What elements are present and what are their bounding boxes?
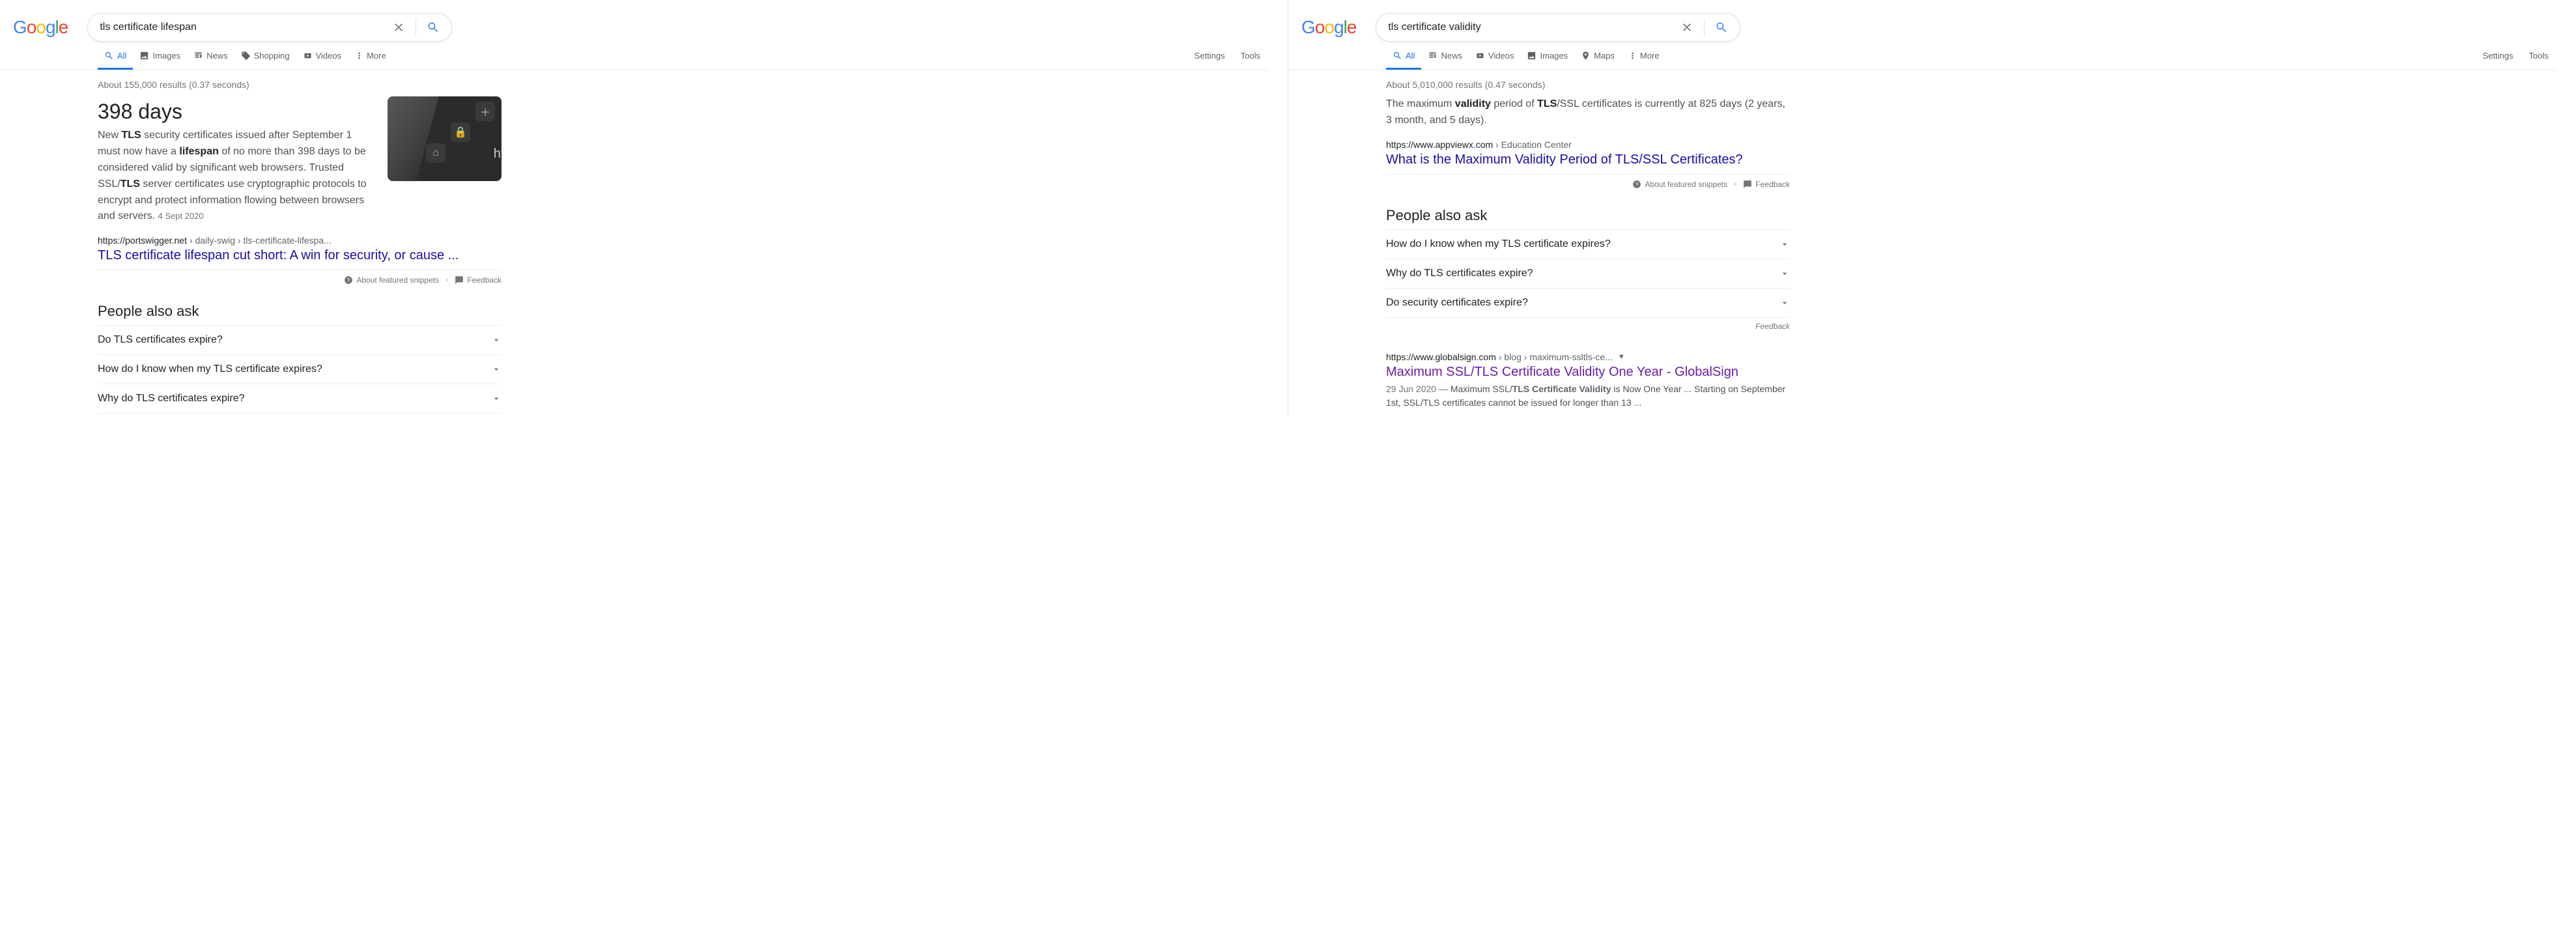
- people-also-ask: How do I know when my TLS certificate ex…: [1386, 229, 1790, 318]
- cite-path: › Education Center: [1495, 139, 1572, 150]
- feedback-link[interactable]: Feedback: [1743, 180, 1790, 189]
- google-logo[interactable]: Google: [13, 17, 68, 38]
- result-description: 29 Jun 2020 — Maximum SSL/TLS Certificat…: [1386, 380, 1790, 410]
- featured-snippet: 398 days New TLS security certificates i…: [98, 96, 502, 263]
- search-input[interactable]: [100, 21, 386, 33]
- search-input[interactable]: [1388, 21, 1674, 33]
- result-menu-icon[interactable]: ▼: [1615, 353, 1628, 361]
- tab-maps[interactable]: Maps: [1574, 42, 1621, 70]
- clear-icon[interactable]: [386, 14, 412, 40]
- cite-path: › blog › maximum-ssltls-ce...: [1499, 352, 1613, 362]
- people-also-ask: Do TLS certificates expire?How do I know…: [98, 325, 502, 414]
- result-stats: About 155,000 results (0.37 seconds): [98, 70, 1268, 96]
- tab-shopping[interactable]: Shopping: [234, 42, 296, 70]
- tab-label: Shopping: [254, 51, 290, 61]
- home-icon: ⌂: [426, 143, 446, 163]
- tab-label: News: [1441, 51, 1462, 61]
- tab-label: Images: [152, 51, 180, 61]
- result-link[interactable]: TLS certificate lifespan cut short: A wi…: [98, 246, 502, 263]
- cite-path: › daily-swig › tls-certificate-lifespa..…: [190, 235, 332, 246]
- result-link[interactable]: Maximum SSL/TLS Certificate Validity One…: [1386, 362, 2556, 380]
- left-search-panel: Google All Images News Shopping Videos More Se…: [0, 0, 1288, 414]
- paa-question[interactable]: How do I know when my TLS certificate ex…: [98, 354, 502, 384]
- chevron-down-icon: [1779, 268, 1790, 279]
- tab-label: More: [367, 51, 386, 61]
- featured-title: 398 days: [98, 96, 375, 128]
- tab-label: All: [1406, 51, 1415, 61]
- people-also-ask-heading: People also ask: [98, 290, 1268, 325]
- settings-link[interactable]: Settings: [2475, 42, 2521, 70]
- chevron-down-icon: [491, 364, 502, 375]
- featured-snippet: The maximum validity period of TLS/SSL c…: [1386, 96, 1790, 167]
- paa-question[interactable]: How do I know when my TLS certificate ex…: [1386, 229, 1790, 259]
- featured-image[interactable]: ＋ 🔒 ⌂ htt: [388, 96, 502, 181]
- searchbox-separator: [1704, 19, 1705, 36]
- right-search-panel: Google All News Videos Images Maps More Settin…: [1288, 0, 2576, 414]
- lock-icon: 🔒: [451, 122, 470, 142]
- tab-images[interactable]: Images: [133, 42, 187, 70]
- tools-link[interactable]: Tools: [1233, 42, 1268, 70]
- result-tabs: All Images News Shopping Videos More SettingsT…: [0, 42, 1268, 70]
- tab-news[interactable]: News: [1421, 42, 1469, 70]
- result-tabs: All News Videos Images Maps More SettingsTools: [1288, 42, 2556, 70]
- tab-all[interactable]: All: [1386, 42, 1421, 70]
- tab-label: Videos: [316, 51, 342, 61]
- featured-text: The maximum validity period of TLS/SSL c…: [1386, 96, 1790, 129]
- paa-feedback[interactable]: Feedback: [1386, 318, 1790, 341]
- chevron-down-icon: [1779, 239, 1790, 249]
- chevron-down-icon: [1779, 298, 1790, 308]
- chevron-down-icon: [491, 335, 502, 345]
- tab-more[interactable]: More: [348, 42, 393, 70]
- featured-date: 4 Sept 2020: [158, 211, 203, 221]
- about-featured-snippets[interactable]: About featured snippets: [1632, 180, 1727, 189]
- feedback-link[interactable]: Feedback: [455, 276, 502, 285]
- paa-question[interactable]: Why do TLS certificates expire?: [98, 384, 502, 414]
- result-cite: https://www.appviewx.com › Education Cen…: [1386, 129, 1790, 150]
- people-also-ask-heading: People also ask: [1386, 194, 2556, 229]
- tab-news[interactable]: News: [187, 42, 234, 70]
- cite-domain: https://www.appviewx.com: [1386, 139, 1493, 150]
- result-cite: https://portswigger.net › daily-swig › t…: [98, 225, 502, 246]
- search-icon[interactable]: [1708, 14, 1734, 40]
- result-stats: About 5,010,000 results (0.47 seconds): [1386, 70, 2556, 96]
- tab-more[interactable]: More: [1621, 42, 1666, 70]
- tab-all[interactable]: All: [98, 42, 133, 70]
- search-box[interactable]: [87, 13, 452, 42]
- tab-label: Maps: [1594, 51, 1615, 61]
- tab-label: Videos: [1488, 51, 1514, 61]
- settings-link[interactable]: Settings: [1187, 42, 1233, 70]
- chevron-down-icon: [491, 393, 502, 404]
- featured-text: New TLS security certificates issued aft…: [98, 128, 375, 225]
- cite-domain: https://www.globalsign.com: [1386, 352, 1496, 362]
- search-icon[interactable]: [420, 14, 446, 40]
- result-link[interactable]: What is the Maximum Validity Period of T…: [1386, 150, 1790, 167]
- search-box[interactable]: [1376, 13, 1740, 42]
- tab-label: More: [1640, 51, 1660, 61]
- results-area: 398 days New TLS security certificates i…: [98, 96, 1268, 414]
- tab-videos[interactable]: Videos: [296, 42, 348, 70]
- cite-domain: https://portswigger.net: [98, 235, 187, 246]
- result-cite: https://www.globalsign.com › blog › maxi…: [1386, 341, 2556, 362]
- paa-question[interactable]: Do security certificates expire?: [1386, 288, 1790, 318]
- tab-videos[interactable]: Videos: [1469, 42, 1521, 70]
- about-featured-snippets[interactable]: About featured snippets: [344, 276, 439, 285]
- tab-label: Images: [1540, 51, 1568, 61]
- plus-icon: ＋: [475, 102, 495, 121]
- google-logo[interactable]: Google: [1301, 17, 1356, 38]
- paa-question[interactable]: Why do TLS certificates expire?: [1386, 259, 1790, 288]
- tab-label: News: [206, 51, 228, 61]
- tools-link[interactable]: Tools: [2521, 42, 2556, 70]
- clear-icon[interactable]: [1674, 14, 1700, 40]
- tab-label: All: [117, 51, 126, 61]
- results-area: The maximum validity period of TLS/SSL c…: [1386, 96, 2556, 410]
- paa-question[interactable]: Do TLS certificates expire?: [98, 325, 502, 354]
- tab-images[interactable]: Images: [1520, 42, 1574, 70]
